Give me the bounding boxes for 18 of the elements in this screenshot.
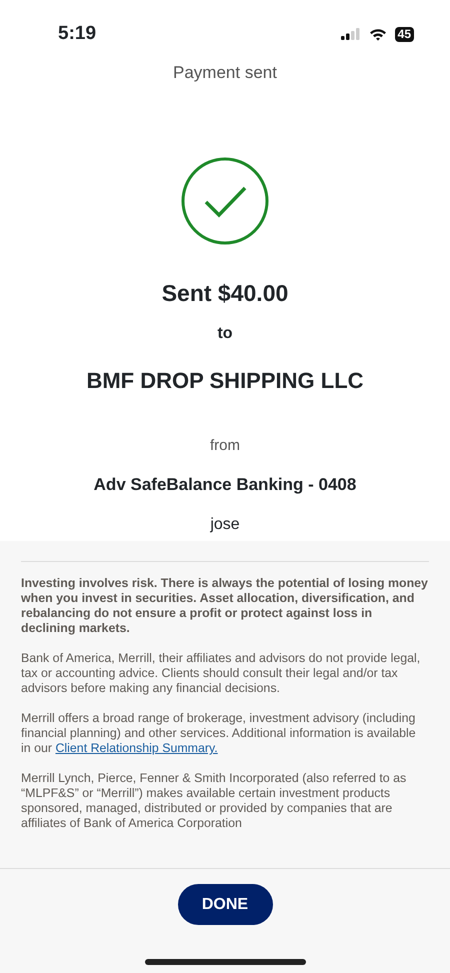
signal-icon — [340, 28, 361, 40]
battery-level: 45 — [394, 26, 414, 42]
account-name: Adv SafeBalance Banking - 0408 — [92, 474, 358, 496]
disclosure-paragraph: Merrill offers a broad range of brokerage, investment advisory (including financial planning) and other services. Additional information is available in our Client Relationship Summary. — [21, 711, 417, 756]
checkmark-circle-icon — [180, 156, 270, 246]
disclosure-paragraph: Bank of America, Merrill, their affiliates and advisors do not provide legal, tax or accounting advice. Clients should consult their legal and/or tax advisors before making any financial decisions. — [21, 651, 422, 696]
wifi-icon — [368, 28, 387, 40]
screen-title: Payment sent — [172, 62, 278, 84]
clock-time: 5:19 — [58, 22, 96, 46]
disclosure-paragraph: Merrill Lynch, Pierce, Fenner & Smith Incorporated (also referred to as “MLPF&S” or “Merrill”) makes available certain investment products sponsored, managed, distributed or provided by companies that are affiliates of Bank of America Corporation — [21, 771, 408, 831]
relationship-summary-link[interactable]: Client Relationship Summary. — [55, 741, 218, 755]
disclosure-paragraph: Investing involves risk. There is always the potential of losing money when you invest in securities. Asset allocation, diversification, and rebalancing do not ensure a profit or protect against loss in declining markets. — [21, 576, 428, 636]
from-label: from — [209, 436, 241, 456]
payee-name: BMF DROP SHIPPING LLC — [85, 367, 365, 395]
to-label: to — [216, 324, 234, 344]
memo-text: jose — [209, 515, 241, 535]
done-button[interactable]: DONE — [178, 884, 272, 925]
sent-amount: Sent $40.00 — [160, 278, 290, 308]
